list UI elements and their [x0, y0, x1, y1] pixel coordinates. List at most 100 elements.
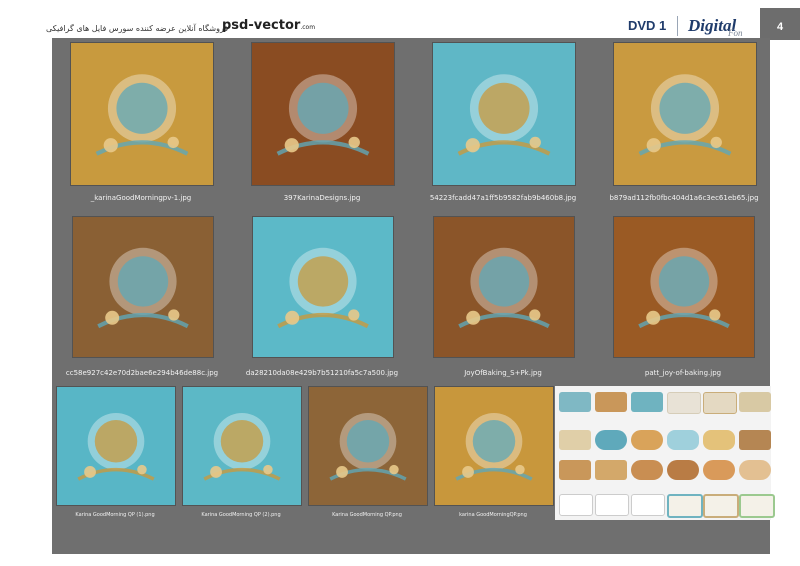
photo-placeholder	[478, 256, 530, 307]
thumbnail-caption: da28210da08e429b7b51210fa5c7a500.jpg	[245, 369, 399, 377]
photo-placeholder	[346, 420, 390, 463]
thumbnail-image[interactable]	[613, 216, 755, 358]
cookie-decoration	[168, 309, 180, 321]
cookie-decoration	[84, 466, 96, 478]
element-frame-icon	[667, 494, 703, 518]
photo-placeholder	[659, 82, 711, 134]
site-logo-text: psd-vector	[222, 18, 301, 33]
cookie-decoration	[646, 138, 661, 153]
element-frame-icon	[739, 494, 775, 518]
thumbnail-art	[253, 217, 393, 357]
thumbnail-art	[183, 387, 301, 505]
thumbnail-image[interactable]	[56, 386, 176, 506]
element-cup-icon	[631, 392, 663, 412]
element-tag-icon	[631, 494, 665, 516]
thumbnail-art	[73, 217, 213, 357]
element-bowl-icon	[595, 392, 627, 412]
elements-preview-sheet[interactable]	[555, 386, 775, 520]
thumbnail-art	[434, 217, 574, 357]
element-heart-icon	[703, 430, 735, 450]
site-logo-suffix: .com	[300, 24, 316, 31]
element-cookie-icon	[667, 460, 699, 480]
cookie-decoration	[210, 466, 222, 478]
thumbnail-caption: Karina GoodMorning QP (1).png	[75, 512, 155, 518]
dvd-label: DVD 1	[628, 18, 667, 33]
thumbnail-caption: patt_joy-of-baking.jpg	[644, 369, 722, 377]
element-clock-icon	[595, 430, 627, 450]
thumbnail-image[interactable]	[182, 386, 302, 506]
thumbnail-art	[614, 43, 756, 185]
thumbnail-image[interactable]	[70, 42, 214, 186]
cookie-decoration	[529, 136, 541, 149]
thumbnail-image[interactable]	[432, 42, 576, 186]
cookie-decoration	[263, 464, 273, 475]
element-frame-icon	[703, 494, 739, 518]
cookie-decoration	[167, 136, 179, 149]
cookie-decoration	[529, 309, 541, 321]
element-clock-icon	[631, 430, 663, 450]
cookie-decoration	[284, 138, 299, 153]
thumbnail-caption: 397KarinaDesigns.jpg	[283, 194, 361, 202]
cookie-decoration	[466, 310, 481, 325]
element-cup-icon	[559, 460, 591, 480]
element-frame-icon	[667, 392, 701, 414]
element-paper-icon	[559, 430, 591, 450]
thumbnail-image[interactable]	[72, 216, 214, 358]
photo-placeholder	[297, 256, 349, 307]
element-tag-icon	[559, 494, 593, 516]
thumbnail-caption: Karina GoodMorning QP (2).png	[201, 512, 281, 518]
thumbnail-art	[252, 43, 394, 185]
thumbnail-art	[614, 217, 754, 357]
thumbnail-caption: b879ad112fb0fbc404d1a6c3ec61eb65.jpg	[609, 194, 759, 202]
thumbnail-art	[57, 387, 175, 505]
header-divider	[677, 16, 678, 36]
store-tagline: فروشگاه آنلاین عرضه کننده سورس فایل های …	[46, 24, 229, 33]
photo-placeholder	[658, 256, 710, 307]
cookie-decoration	[348, 136, 360, 149]
element-bread-icon	[595, 460, 627, 480]
cookie-decoration	[515, 464, 525, 475]
thumbnail-image[interactable]	[251, 42, 395, 186]
cookie-decoration	[710, 136, 722, 149]
thumbnail-image[interactable]	[308, 386, 428, 506]
photo-placeholder	[478, 82, 530, 134]
element-pastry-icon	[703, 460, 735, 480]
photo-placeholder	[94, 420, 138, 463]
element-wordart-icon	[739, 392, 771, 412]
cookie-decoration	[709, 309, 721, 321]
thumbnail-caption: Karina GoodMorning QP.png	[332, 512, 402, 518]
photo-placeholder	[297, 82, 349, 134]
cookie-decoration	[103, 138, 118, 153]
cookie-decoration	[348, 309, 360, 321]
element-frame-icon	[703, 392, 737, 414]
element-bowl-icon	[559, 392, 591, 412]
thumbnail-caption: JoyOfBaking_S+Pk.jpg	[464, 369, 542, 377]
thumbnail-caption: karina GoodMorningQP.png	[459, 512, 527, 518]
thumbnail-image[interactable]	[252, 216, 394, 358]
thumbnail-art	[309, 387, 427, 505]
thumbnail-image[interactable]	[433, 216, 575, 358]
cookie-decoration	[105, 310, 120, 325]
thumbnail-art	[435, 387, 553, 505]
thumbnail-image[interactable]	[613, 42, 757, 186]
page-header: فروشگاه آنلاین عرضه کننده سورس فایل های …	[0, 0, 800, 40]
cookie-decoration	[465, 138, 480, 153]
element-cloud-icon	[667, 430, 699, 450]
cookie-decoration	[336, 466, 348, 478]
page-number: 4	[760, 8, 800, 40]
element-tag-icon	[595, 494, 629, 516]
photo-placeholder	[117, 256, 169, 307]
photo-placeholder	[220, 420, 264, 463]
photo-placeholder	[472, 420, 516, 463]
cookie-decoration	[389, 464, 399, 475]
cookie-decoration	[646, 310, 661, 325]
element-donut-icon	[631, 460, 663, 480]
site-logo: psd-vector.com	[222, 18, 315, 33]
brand-script: Fon	[728, 28, 743, 38]
thumbnail-caption: 54223fcadd47a1ff5b9582fab9b460b8.jpg	[429, 194, 577, 202]
element-mug-icon	[739, 430, 771, 450]
cookie-decoration	[137, 464, 147, 475]
cookie-decoration	[462, 466, 474, 478]
thumbnail-image[interactable]	[434, 386, 554, 506]
thumbnail-caption: cc58e927c42e70d2bae6e294b46de88c.jpg	[65, 369, 219, 377]
